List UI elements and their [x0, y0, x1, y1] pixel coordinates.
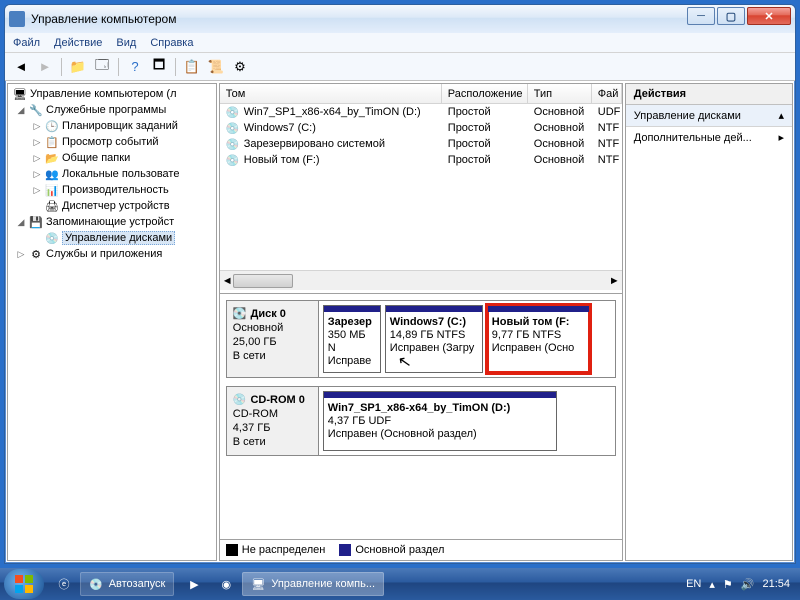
tree-storage[interactable]: ◢💾Запоминающие устройст [10, 214, 214, 230]
chevron-right-icon: ▸ [778, 131, 784, 144]
volume-list[interactable]: Том Расположение Тип Фай 💿Win7_SP1_x86-x… [220, 84, 622, 294]
menu-action[interactable]: Действие [54, 37, 102, 49]
task-compmgmt[interactable]: 🖥Управление компь... [242, 572, 384, 596]
maximize-button[interactable]: ▢ [717, 7, 745, 25]
tree-task-scheduler[interactable]: ▷🕒Планировщик заданий [10, 118, 214, 134]
cdrom-0-label: 💿CD-ROM 0 CD-ROM 4,37 ГБ В сети [227, 387, 319, 455]
main-window: Управление компьютером ─ ▢ ✕ Файл Действ… [4, 4, 796, 564]
volume-icon: 💿 [226, 122, 240, 134]
titlebar[interactable]: Управление компьютером ─ ▢ ✕ [5, 5, 795, 33]
tree-local-users[interactable]: ▷👥Локальные пользовате [10, 166, 214, 182]
system-tray: EN ▴ ⚑ 🔊 21:54 [686, 578, 796, 591]
minimize-button[interactable]: ─ [687, 7, 715, 25]
taskbar-ie-icon[interactable]: ⓔ [48, 572, 80, 596]
legend: Не распределен Основной раздел [220, 539, 622, 560]
tray-flag-icon[interactable]: ⚑ [723, 578, 733, 591]
back-button[interactable]: ◄ [11, 57, 31, 77]
disk-map[interactable]: 💽Диск 0 Основной 25,00 ГБ В сети Зарезер… [220, 294, 622, 539]
cdrom-0-row[interactable]: 💿CD-ROM 0 CD-ROM 4,37 ГБ В сети Win7_SP1… [226, 386, 616, 456]
volume-row[interactable]: 💿Новый том (F:)ПростойОсновнойNTF [220, 152, 622, 168]
start-button[interactable] [4, 569, 44, 599]
menu-help[interactable]: Справка [150, 37, 193, 49]
forward-button[interactable]: ► [35, 57, 55, 77]
col-volume[interactable]: Том [220, 84, 442, 104]
taskbar-chrome-icon[interactable]: ◉ [210, 572, 242, 596]
clock[interactable]: 21:54 [762, 578, 790, 590]
settings-button[interactable]: ⚙ [230, 57, 250, 77]
disk-0-label: 💽Диск 0 Основной 25,00 ГБ В сети [227, 301, 319, 377]
language-indicator[interactable]: EN [686, 578, 701, 590]
volume-row[interactable]: 💿Win7_SP1_x86-x64_by_TimON (D:)ПростойОс… [220, 104, 622, 120]
close-button[interactable]: ✕ [747, 7, 791, 25]
actions-disk-mgmt[interactable]: Управление дисками▴ [626, 105, 792, 127]
help-button[interactable]: ? [125, 57, 145, 77]
volume-icon: 💿 [226, 154, 240, 166]
disk-icon: 💽 [233, 307, 247, 321]
compmgmt-icon: 🖥 [251, 578, 265, 591]
tray-volume-icon[interactable]: 🔊 [741, 578, 755, 591]
center-pane: Том Расположение Тип Фай 💿Win7_SP1_x86-x… [219, 83, 623, 561]
tree-shared-folders[interactable]: ▷📂Общие папки [10, 150, 214, 166]
col-layout[interactable]: Расположение [442, 84, 528, 104]
window-title: Управление компьютером [31, 12, 176, 26]
tree-device-manager[interactable]: 🖨Диспетчер устройств [10, 198, 214, 214]
toolbar: ◄ ► 📁 🗔 ? 🗖 📋 📜 ⚙ [5, 53, 795, 81]
collapse-icon: ▴ [778, 109, 784, 122]
actions-pane: Действия Управление дисками▴ Дополнитель… [625, 83, 793, 561]
actions-more[interactable]: Дополнительные дей...▸ [626, 127, 792, 148]
properties-button[interactable]: 🗔 [92, 57, 112, 77]
app-icon [9, 11, 25, 27]
up-button[interactable]: 📁 [68, 57, 88, 77]
export-button[interactable]: 📜 [206, 57, 226, 77]
volume-row[interactable]: 💿Зарезервировано системойПростойОсновной… [220, 136, 622, 152]
tree-root[interactable]: 🖥Управление компьютером (л [10, 86, 214, 102]
actions-header: Действия [626, 84, 792, 105]
partition-reserved[interactable]: Зарезер350 МБ NИсправе [323, 305, 381, 373]
partition-new-volume-f[interactable]: Новый том (F:9,77 ГБ NTFSИсправен (Осно [487, 305, 590, 373]
volume-icon: 💿 [226, 138, 240, 150]
taskbar-media-icon[interactable]: ▶ [178, 572, 210, 596]
volume-row[interactable]: 💿Windows7 (C:)ПростойОсновнойNTF [220, 120, 622, 136]
cdrom-icon: 💿 [233, 393, 247, 407]
autoplay-icon: 💿 [89, 578, 103, 591]
tree-system-tools[interactable]: ◢🔧Служебные программы [10, 102, 214, 118]
menu-file[interactable]: Файл [13, 37, 40, 49]
partition-windows7-c[interactable]: Windows7 (C:)14,89 ГБ NTFSИсправен (Загр… [385, 305, 483, 373]
volume-icon: 💿 [226, 106, 240, 118]
partition-cdrom-d[interactable]: Win7_SP1_x86-x64_by_TimON (D:)4,37 ГБ UD… [323, 391, 557, 451]
tree-services-apps[interactable]: ▷⚙Службы и приложения [10, 246, 214, 262]
console-tree[interactable]: 🖥Управление компьютером (л ◢🔧Служебные п… [7, 83, 217, 561]
menubar: Файл Действие Вид Справка [5, 33, 795, 53]
tree-disk-management[interactable]: 💿Управление дисками [10, 230, 214, 246]
task-autoplay[interactable]: 💿Автозапуск [80, 572, 174, 596]
col-fs[interactable]: Фай [592, 84, 622, 104]
taskbar: ⓔ 💿Автозапуск ▶ ◉ 🖥Управление компь... E… [0, 568, 800, 600]
tray-chevron-icon[interactable]: ▴ [709, 578, 715, 591]
tree-performance[interactable]: ▷📊Производительность [10, 182, 214, 198]
volume-list-header: Том Расположение Тип Фай [220, 84, 622, 104]
windows-logo-icon [14, 574, 34, 594]
view-button[interactable]: 🗖 [149, 57, 169, 77]
col-type[interactable]: Тип [528, 84, 592, 104]
refresh-button[interactable]: 📋 [182, 57, 202, 77]
menu-view[interactable]: Вид [116, 37, 136, 49]
disk-0-row[interactable]: 💽Диск 0 Основной 25,00 ГБ В сети Зарезер… [226, 300, 616, 378]
tree-event-viewer[interactable]: ▷📋Просмотр событий [10, 134, 214, 150]
volume-list-scrollbar[interactable]: ◄► [220, 270, 622, 290]
